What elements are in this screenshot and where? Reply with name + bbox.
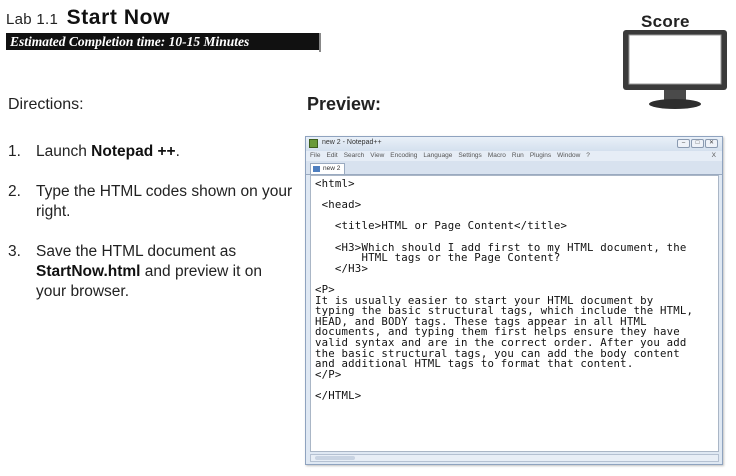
lab-heading: Lab 1.1 Start Now (6, 6, 170, 30)
directions-label: Directions: (8, 96, 84, 113)
scrollbar-thumb[interactable] (315, 456, 355, 460)
close-button[interactable]: ✕ (705, 139, 718, 148)
step-2: 2. Type the HTML codes shown on your rig… (8, 182, 293, 222)
tab-label: new 2 (323, 165, 341, 172)
step-text: Save the HTML document as (36, 243, 237, 260)
step-1: 1. Launch Notepad ++. (8, 142, 293, 162)
window-title: new 2 - Notepad++ (322, 139, 382, 146)
menu-bar: File Edit Search View Encoding Language … (306, 151, 722, 161)
step-number: 2. (8, 183, 21, 200)
directions-list: 1. Launch Notepad ++. 2. Type the HTML c… (8, 142, 293, 322)
notepad-app-icon (309, 139, 318, 148)
menu-edit[interactable]: Edit (326, 151, 337, 161)
minimize-button[interactable]: – (677, 139, 690, 148)
menu-encoding[interactable]: Encoding (390, 151, 417, 161)
banner-shadow (319, 33, 321, 52)
monitor-icon (623, 30, 727, 109)
horizontal-scrollbar[interactable] (310, 454, 719, 462)
menu-run[interactable]: Run (512, 151, 524, 161)
menu-settings[interactable]: Settings (458, 151, 482, 161)
close-document-button[interactable]: X (712, 151, 716, 161)
step-text: Type the HTML codes shown on your right. (36, 183, 293, 220)
window-controls: – □ ✕ (677, 139, 718, 148)
notepad-window: new 2 - Notepad++ – □ ✕ File Edit Search… (305, 136, 723, 465)
step-bold-text: StartNow.html (36, 263, 141, 280)
preview-label: Preview: (307, 94, 382, 114)
step-number: 3. (8, 243, 21, 260)
lab-number: Lab 1.1 (6, 11, 59, 28)
menu-view[interactable]: View (370, 151, 384, 161)
document-icon (313, 166, 320, 172)
step-text: Launch (36, 143, 92, 160)
tab-new-2[interactable]: new 2 (310, 163, 346, 174)
menu-macro[interactable]: Macro (488, 151, 506, 161)
step-bold-text: Notepad ++ (91, 143, 176, 160)
editor-area[interactable]: <html> <head> <title>HTML or Page Conten… (310, 175, 719, 452)
menu-plugins[interactable]: Plugins (530, 151, 551, 161)
menu-help[interactable]: ? (586, 151, 590, 161)
menu-search[interactable]: Search (344, 151, 365, 161)
menu-language[interactable]: Language (423, 151, 452, 161)
menu-file[interactable]: File (310, 151, 320, 161)
code-text: <html> <head> <title>HTML or Page Conten… (315, 177, 694, 402)
menu-window[interactable]: Window (557, 151, 580, 161)
lab-title: Start Now (66, 6, 171, 29)
window-titlebar[interactable]: new 2 - Notepad++ – □ ✕ (306, 137, 722, 151)
estimated-time-banner: Estimated Completion time: 10-15 Minutes (6, 33, 319, 50)
step-number: 1. (8, 143, 21, 160)
tab-bar: new 2 (306, 161, 722, 175)
step-text: . (175, 143, 180, 160)
score-label: Score (641, 12, 690, 31)
maximize-button[interactable]: □ (691, 139, 704, 148)
step-3: 3. Save the HTML document as StartNow.ht… (8, 242, 293, 302)
